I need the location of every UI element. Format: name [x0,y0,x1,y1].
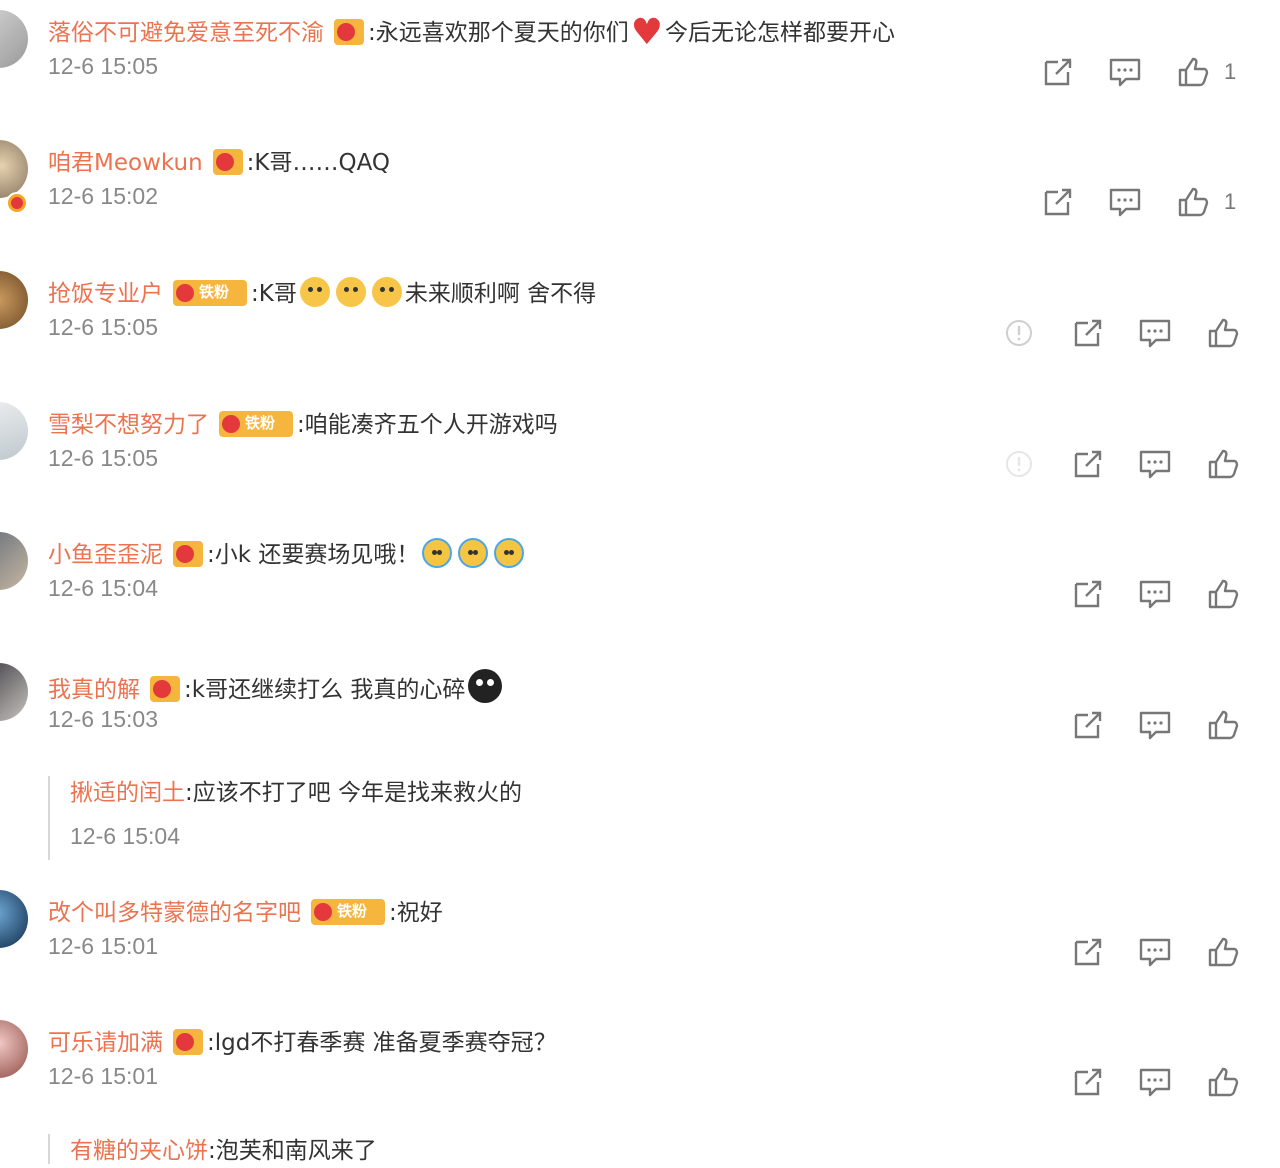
cat-emoji-icon [299,277,330,307]
username[interactable]: 抢饭专业户 [48,281,163,307]
comment-text: :lgd不打春季赛 准备夏季赛夺冠？ [207,1030,557,1056]
sad-emoji-icon [468,669,503,703]
comment-item: 小鱼歪歪泥:小k 还要赛场见哦！ 12-6 15:04 [0,522,1280,642]
comment-text-2: 未来顺利啊 舍不得 [404,281,597,307]
comment-line: 落俗不可避免爱意至死不渝 :永远喜欢那个夏天的你们♥今后无论怎样都要开心 [48,15,896,51]
reply-username[interactable]: 有糖的夹心饼 [70,1138,208,1164]
username[interactable]: 落俗不可避免爱意至死不渝 [48,20,324,46]
fan-badge-label: 铁粉 [245,415,276,432]
comment-line: 改个叫多特蒙德的名字吧 铁粉 :祝好 [48,896,443,930]
like-icon[interactable] [1206,709,1240,741]
comment-item: 改个叫多特蒙德的名字吧 铁粉:祝好 12-6 15:01 [0,880,1280,1000]
comment-text: :咱能凑齐五个人开游戏吗 [297,412,558,438]
fan-badge-label: 铁粉 [199,284,230,301]
comment-actions: 1 [0,186,1280,218]
crying-emoji-icon [494,538,525,568]
share-icon[interactable] [1070,317,1104,349]
heart-emoji-icon: ♥ [630,12,664,53]
comment-line: 雪梨不想努力了 铁粉 :咱能凑齐五个人开游戏吗 [48,408,558,442]
fan-badge-icon: 铁粉 [311,899,385,925]
comment-item: 雪梨不想努力了 铁粉:咱能凑齐五个人开游戏吗 12-6 15:05 [0,392,1280,512]
report-icon[interactable] [1002,317,1036,349]
comment-icon[interactable] [1138,448,1172,480]
fan-badge-icon: 铁粉 [173,280,247,306]
reply-item: 揪适的闰土:应该不打了吧 今年是找来救火的 12-6 15:04 [48,776,1050,860]
comment-actions [0,1066,1280,1098]
username[interactable]: 雪梨不想努力了 [48,412,209,438]
comment-text: :k哥还继续打么 我真的心碎 [184,677,466,703]
comment-text: :祝好 [389,900,443,926]
username[interactable]: 咱君Meowkun [48,150,203,176]
comment-line: 我真的解 :k哥还继续打么 我真的心碎 [48,669,505,707]
cat-emoji-icon [371,277,402,307]
username[interactable]: 改个叫多特蒙德的名字吧 [48,900,301,926]
fan-badge-icon [173,1029,203,1055]
reply-text: :应该不打了吧 今年是找来救火的 [185,780,523,806]
comment-text: :永远喜欢那个夏天的你们 [368,20,629,46]
like-icon[interactable] [1206,317,1240,349]
comment-item: 我真的解:k哥还继续打么 我真的心碎 12-6 15:03 [0,653,1280,773]
comment-actions [0,578,1280,610]
share-icon[interactable] [1070,709,1104,741]
like-count: 1 [1224,189,1237,214]
comment-item: 可乐请加满:lgd不打春季赛 准备夏季赛夺冠？ 12-6 15:01 [0,1010,1280,1130]
comment-item: 咱君Meowkun:K哥……QAQ 12-6 15:02 1 [0,130,1280,250]
like-count: 1 [1224,59,1237,84]
comment-icon[interactable] [1138,709,1172,741]
share-icon[interactable] [1070,1066,1104,1098]
cat-emoji-icon [335,277,366,307]
share-icon[interactable] [1070,936,1104,968]
like-icon[interactable] [1206,448,1240,480]
comment-line: 抢饭专业户 铁粉 :K哥 未来顺利啊 舍不得 [48,277,596,311]
comment-actions [0,317,1280,349]
comment-text: :K哥……QAQ [246,150,391,176]
comment-line: 小鱼歪歪泥 :小k 还要赛场见哦！ [48,538,527,572]
comment-line: 可乐请加满 :lgd不打春季赛 准备夏季赛夺冠？ [48,1026,557,1060]
comment-item: 落俗不可避免爱意至死不渝:永远喜欢那个夏天的你们♥今后无论怎样都要开心 12-6… [0,0,1280,120]
comment-icon[interactable] [1138,936,1172,968]
fan-badge-icon [150,676,180,702]
comment-icon[interactable] [1138,578,1172,610]
fan-badge-icon [212,149,243,175]
fan-badge-label: 铁粉 [337,903,368,920]
comment-icon[interactable] [1108,186,1142,218]
comment-icon[interactable] [1138,317,1172,349]
comment-item: 抢饭专业户 铁粉:K哥 未来顺利啊 舍不得 12-6 15:05 [0,261,1280,381]
share-icon[interactable] [1040,56,1074,88]
reply-username[interactable]: 揪适的闰土 [70,780,185,806]
comment-icon[interactable] [1138,1066,1172,1098]
like-icon[interactable] [1176,186,1210,218]
comment-actions: 1 [0,56,1280,88]
crying-emoji-icon [422,538,453,568]
crying-emoji-icon [458,538,489,568]
comment-text: :K哥 [251,281,297,307]
reply-line: 揪适的闰土:应该不打了吧 今年是找来救火的 [70,776,522,810]
like-icon[interactable] [1206,936,1240,968]
report-icon[interactable] [1002,448,1036,480]
comment-actions [0,709,1280,741]
fan-badge-icon [173,541,203,567]
share-icon[interactable] [1070,578,1104,610]
reply-text: :泡芙和南风来了 [208,1138,377,1164]
comment-actions [0,448,1280,480]
reply-timestamp: 12-6 15:04 [70,823,180,849]
comment-text-2: 今后无论怎样都要开心 [665,20,896,46]
fan-badge-icon [334,19,364,45]
reply-line: 有糖的夹心饼:泡芙和南风来了 [70,1134,377,1168]
like-icon[interactable] [1176,56,1210,88]
comment-icon[interactable] [1108,56,1142,88]
reply-item: 有糖的夹心饼:泡芙和南风来了 [48,1134,1050,1164]
comment-actions [0,936,1280,968]
fan-badge-icon: 铁粉 [219,411,293,437]
comment-line: 咱君Meowkun :K哥……QAQ [48,146,390,180]
username[interactable]: 小鱼歪歪泥 [48,542,163,568]
share-icon[interactable] [1040,186,1074,218]
username[interactable]: 我真的解 [48,677,140,703]
username[interactable]: 可乐请加满 [48,1030,163,1056]
like-icon[interactable] [1206,1066,1240,1098]
share-icon[interactable] [1070,448,1104,480]
like-icon[interactable] [1206,578,1240,610]
comment-text: :小k 还要赛场见哦！ [207,542,420,568]
